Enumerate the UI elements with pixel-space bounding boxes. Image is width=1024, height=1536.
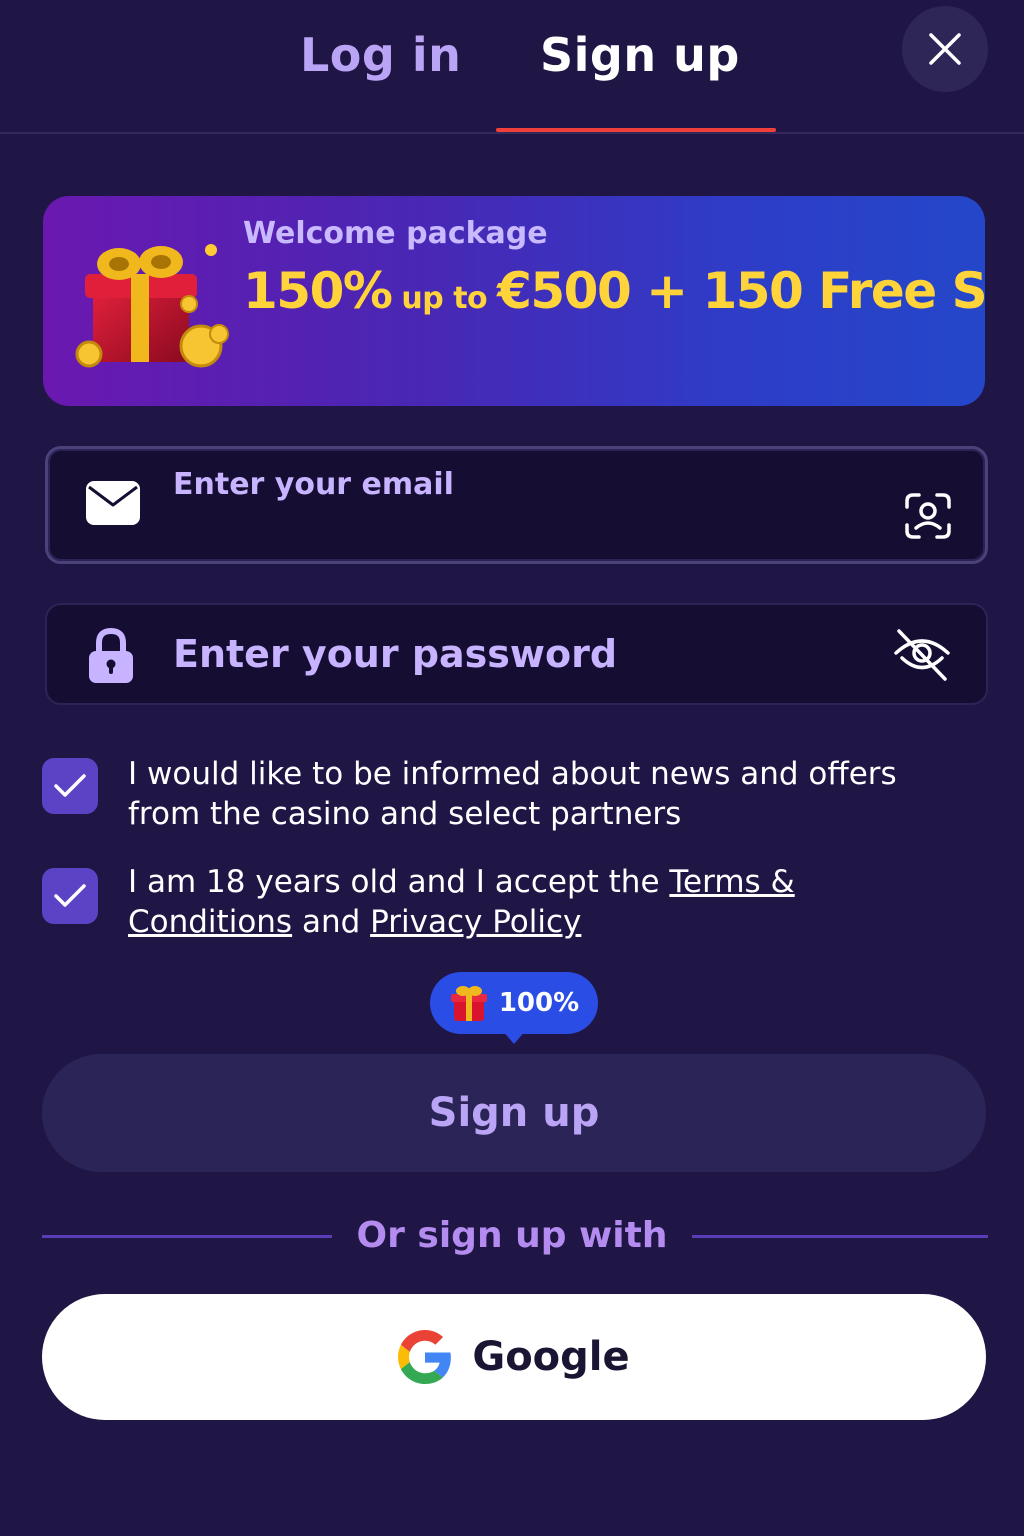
tab-signup[interactable]: Sign up — [540, 28, 740, 82]
privacy-link[interactable]: Privacy Policy — [370, 904, 581, 940]
bonus-badge-value: 100% — [498, 988, 580, 1018]
divider-label: Or sign up with — [356, 1215, 668, 1256]
face-id-icon[interactable] — [903, 491, 953, 541]
news-consent-checkbox[interactable] — [42, 758, 98, 814]
age-consent-checkbox[interactable] — [42, 868, 98, 924]
age-consent-label-1: I am 18 years old and I accept the — [128, 864, 670, 900]
auth-tabs: Log in Sign up — [0, 0, 1024, 134]
offer-percent: 150% — [243, 262, 393, 320]
gift-icon — [75, 244, 229, 368]
news-consent-text: I would like to be informed about news a… — [128, 756, 897, 832]
gift-icon — [450, 986, 487, 1021]
offer-up-to: up to — [391, 281, 498, 316]
signup-button[interactable]: Sign up — [42, 1054, 986, 1172]
offer-amount: €500 + 150 Free Spins — [497, 262, 985, 320]
welcome-banner: Welcome package 150% up to €500 + 150 Fr… — [43, 196, 985, 406]
bonus-badge: 100% — [430, 972, 598, 1034]
google-logo-icon — [398, 1330, 452, 1384]
checkmark-icon — [54, 884, 86, 907]
eye-off-icon[interactable] — [893, 627, 951, 683]
checkmark-icon — [54, 774, 86, 797]
age-consent-text: I am 18 years old and I accept the Terms… — [128, 862, 958, 942]
close-icon — [929, 33, 961, 65]
banner-subtitle: Welcome package — [243, 216, 548, 251]
google-signup-button[interactable]: Google — [42, 1294, 986, 1420]
email-placeholder: Enter your email — [173, 467, 454, 502]
active-tab-indicator — [496, 128, 776, 132]
tab-login[interactable]: Log in — [300, 28, 461, 82]
email-field[interactable]: Enter your email — [45, 446, 988, 564]
banner-offer: 150% up to €500 + 150 Free Spins — [243, 262, 985, 320]
lock-icon — [89, 627, 133, 683]
google-button-label: Google — [472, 1334, 630, 1380]
envelope-icon — [86, 481, 140, 525]
close-button[interactable] — [902, 6, 988, 92]
age-consent-label-2: and — [292, 904, 371, 940]
bonus-badge-pointer — [502, 1030, 526, 1044]
password-placeholder: Enter your password — [173, 632, 618, 676]
password-field[interactable]: Enter your password — [45, 603, 988, 705]
